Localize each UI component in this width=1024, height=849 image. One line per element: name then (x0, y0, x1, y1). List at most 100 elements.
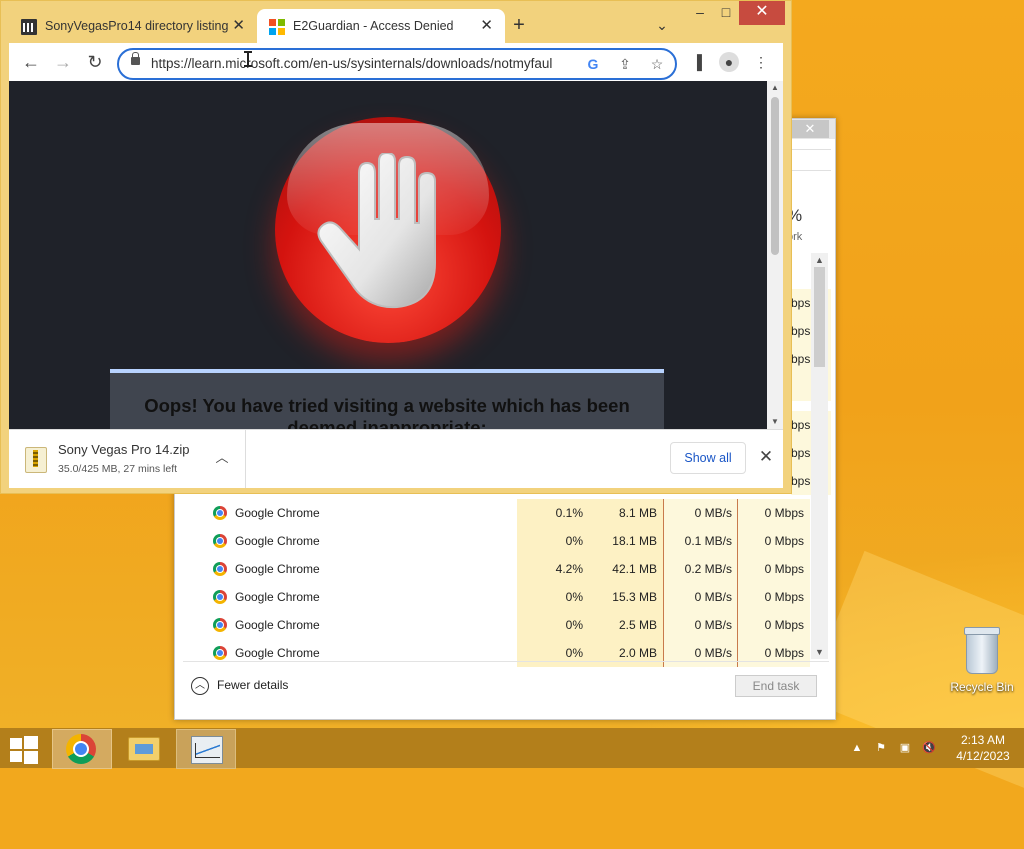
url-text[interactable]: https://learn.microsoft.com/en-us/sysint… (151, 50, 571, 78)
start-button[interactable] (8, 736, 38, 764)
network-value: 0 Mbps (737, 527, 810, 555)
network-value: 0 Mbps (737, 555, 810, 583)
download-filename: Sony Vegas Pro 14.zip (58, 442, 190, 457)
folder-icon (128, 737, 160, 761)
tab-title: SonyVegasPro14 directory listing (45, 19, 229, 33)
process-name: Google Chrome (235, 646, 320, 660)
minimize-button[interactable]: – (687, 1, 713, 25)
clock-time: 2:13 AM (960, 733, 1006, 747)
memory-value: 2.5 MB (589, 611, 663, 639)
show-hidden-icons-icon[interactable]: ▲ (848, 739, 866, 757)
volume-muted-icon[interactable]: 🔇 (920, 739, 938, 757)
task-manager-close-button[interactable]: ✕ (791, 120, 829, 138)
cpu-value: 0% (517, 611, 589, 639)
tab-access-denied[interactable]: E2Guardian - Access Denied ✕ (257, 9, 505, 43)
table-row[interactable]: Google Chrome 0% 15.3 MB 0 MB/s 0 Mbps (183, 583, 817, 611)
share-icon[interactable]: ⇪ (615, 54, 635, 74)
scrollbar-thumb[interactable] (814, 267, 825, 367)
close-icon[interactable]: ✕ (755, 446, 777, 468)
recycle-bin[interactable]: Recycle Bin (944, 627, 1020, 702)
forward-arrow-icon[interactable]: → (51, 50, 75, 74)
download-shelf: Sony Vegas Pro 14.zip 35.0/425 MB, 27 mi… (9, 429, 783, 488)
memory-value: 8.1 MB (589, 499, 663, 527)
scroll-up-arrow[interactable]: ▲ (767, 81, 783, 95)
cpu-value: 0% (517, 527, 589, 555)
recycle-bin-label: Recycle Bin (950, 680, 1014, 694)
zip-file-icon (25, 447, 47, 473)
window-close-button[interactable]: ✕ (739, 1, 785, 25)
browser-toolbar: ← → ↻ https://learn.microsoft.com/en-us/… (9, 43, 783, 81)
disk-value: 0.2 MB/s (663, 555, 738, 583)
disk-value: 0 MB/s (663, 611, 738, 639)
cpu-value: 0% (517, 583, 589, 611)
taskbar: ▲ ⚑ ▣ 🔇 2:13 AM 4/12/2023 (0, 728, 1024, 769)
lock-icon[interactable] (131, 52, 140, 65)
memory-value: 42.1 MB (589, 555, 663, 583)
page-scrollbar[interactable]: ▲ ▼ (767, 81, 783, 429)
denied-message: Oops! You have tried visiting a website … (144, 395, 630, 429)
clock-date: 4/12/2023 (956, 749, 1010, 763)
microsoft-icon (269, 19, 285, 35)
close-tab-icon[interactable]: ✕ (480, 9, 493, 43)
table-row[interactable]: Google Chrome 0% 18.1 MB 0.1 MB/s 0 Mbps (183, 527, 817, 555)
hand-icon (317, 153, 436, 309)
tab-strip: SonyVegasPro14 directory listing ✕ E2Gua… (1, 1, 791, 43)
stop-hand-icon (275, 117, 501, 343)
taskbar-chrome[interactable] (52, 729, 112, 769)
back-arrow-icon[interactable]: ← (19, 50, 43, 74)
side-panel-icon[interactable]: ▐ (687, 52, 707, 72)
task-manager-menu-strip (791, 149, 831, 171)
address-bar[interactable]: https://learn.microsoft.com/en-us/sysint… (117, 48, 677, 80)
process-table: Google Chrome 0.1% 8.1 MB 0 MB/s 0 Mbps … (183, 499, 817, 667)
network-value: 0 Mbps (737, 583, 810, 611)
show-all-button[interactable]: Show all (670, 442, 746, 474)
page-content: Oops! You have tried visiting a website … (9, 81, 767, 429)
table-row[interactable]: Google Chrome 0% 2.5 MB 0 MB/s 0 Mbps (183, 611, 817, 639)
tab-directory-listing[interactable]: SonyVegasPro14 directory listing ✕ (9, 9, 257, 43)
memory-value: 15.3 MB (589, 583, 663, 611)
new-tab-button[interactable]: + (507, 13, 531, 37)
cpu-value: 0.1% (517, 499, 589, 527)
network-icon[interactable]: ▣ (896, 739, 914, 757)
process-name: Google Chrome (235, 590, 320, 604)
scroll-up-arrow[interactable]: ▲ (811, 253, 828, 267)
network-value: 0 Mbps (737, 611, 810, 639)
cpu-value: 4.2% (517, 555, 589, 583)
recycle-bin-icon (964, 627, 1000, 674)
scroll-down-arrow[interactable]: ▼ (767, 415, 783, 429)
taskbar-task-manager[interactable] (176, 729, 236, 769)
performance-monitor-icon (191, 736, 223, 764)
maximize-button[interactable]: □ (713, 1, 739, 25)
download-status: 35.0/425 MB, 27 mins left (58, 463, 178, 475)
end-task-button[interactable]: End task (735, 675, 817, 697)
chevron-up-icon[interactable]: ︿ (213, 449, 231, 467)
scrollbar-thumb[interactable] (771, 97, 779, 255)
process-name: Google Chrome (235, 506, 320, 520)
memory-value: 18.1 MB (589, 527, 663, 555)
profile-avatar-icon[interactable]: ● (719, 52, 739, 72)
close-tab-icon[interactable]: ✕ (232, 9, 245, 43)
download-item[interactable]: Sony Vegas Pro 14.zip 35.0/425 MB, 27 mi… (9, 430, 246, 488)
chrome-window: SonyVegasPro14 directory listing ✕ E2Gua… (0, 0, 792, 494)
system-clock[interactable]: 2:13 AM 4/12/2023 (950, 732, 1016, 764)
library-icon (21, 19, 37, 35)
reload-icon[interactable]: ↻ (83, 50, 107, 74)
chrome-icon (66, 734, 96, 764)
taskbar-file-explorer[interactable] (114, 729, 172, 767)
kebab-menu-icon[interactable]: ⋮ (751, 52, 771, 72)
task-manager-footer: ︿ Fewer details End task (183, 661, 829, 712)
action-center-flag-icon[interactable]: ⚑ (872, 739, 890, 757)
disk-value: 0 MB/s (663, 499, 738, 527)
fewer-details-button[interactable]: ︿ Fewer details (191, 675, 288, 695)
star-icon[interactable]: ☆ (647, 54, 667, 74)
chevron-up-icon: ︿ (191, 676, 209, 695)
google-translate-icon[interactable]: G (583, 54, 603, 74)
table-row[interactable]: Google Chrome 4.2% 42.1 MB 0.2 MB/s 0 Mb… (183, 555, 817, 583)
network-column-header[interactable]: % ork (787, 207, 831, 249)
text-cursor (244, 51, 252, 67)
process-name: Google Chrome (235, 562, 320, 576)
chevron-down-icon[interactable]: ⌄ (651, 13, 673, 37)
process-name: Google Chrome (235, 618, 320, 632)
process-name: Google Chrome (235, 534, 320, 548)
table-row[interactable]: Google Chrome 0.1% 8.1 MB 0 MB/s 0 Mbps (183, 499, 817, 527)
